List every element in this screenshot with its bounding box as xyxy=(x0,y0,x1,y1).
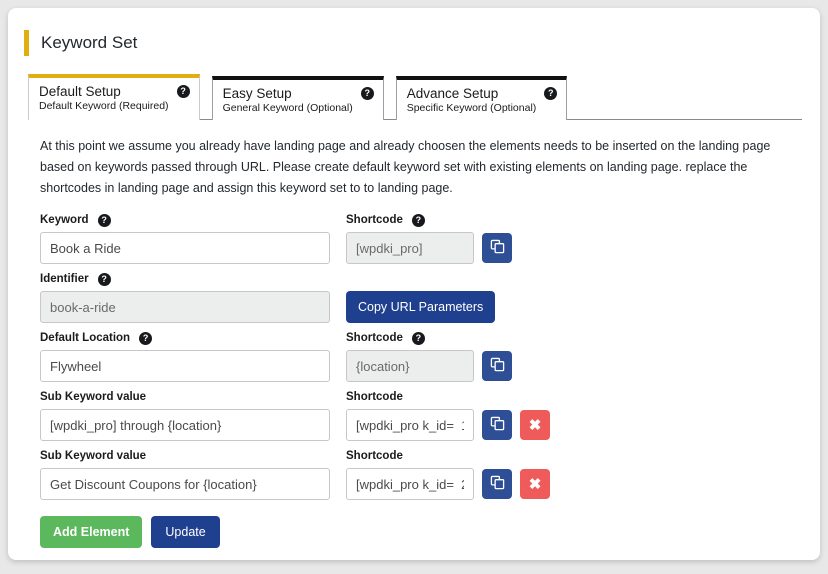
row-default-location: Default Location ? Shortcode ? xyxy=(40,331,820,382)
identifier-label: Identifier xyxy=(40,273,89,285)
close-icon: ✖ xyxy=(528,475,542,493)
copy-sub-keyword-shortcode-button[interactable] xyxy=(482,469,512,499)
tab-advance-setup-title: Advance Setup xyxy=(406,86,499,101)
location-shortcode-label: Shortcode xyxy=(346,332,403,344)
keyword-set-panel: Keyword Set Default Setup Default Keywor… xyxy=(8,8,820,560)
sub-keyword-shortcode-group: Shortcode ✖ xyxy=(346,390,550,441)
tab-advance-setup[interactable]: Advance Setup Specific Keyword (Optional… xyxy=(395,76,568,120)
update-button[interactable]: Update xyxy=(151,516,220,548)
copy-icon xyxy=(490,475,505,493)
keyword-field-group: Keyword ? xyxy=(40,213,330,264)
sub-keyword-shortcode-group: Shortcode ✖ xyxy=(346,449,550,500)
sub-keyword-label: Sub Keyword value xyxy=(40,391,147,403)
sub-keyword-label: Sub Keyword value xyxy=(40,450,147,462)
copy-location-shortcode-button[interactable] xyxy=(482,351,512,381)
help-icon[interactable]: ? xyxy=(411,213,425,227)
keyword-label: Keyword xyxy=(40,214,89,226)
tab-default-setup-subtitle: Default Keyword (Required) xyxy=(39,100,169,112)
delete-sub-keyword-button[interactable]: ✖ xyxy=(520,410,550,440)
sub-keyword-field-group: Sub Keyword value xyxy=(40,390,330,441)
identifier-input[interactable] xyxy=(40,291,330,323)
keyword-shortcode-controls xyxy=(346,232,512,264)
sub-keyword-label-row: Sub Keyword value xyxy=(40,390,330,404)
default-location-input[interactable] xyxy=(40,350,330,382)
keyword-shortcode-label: Shortcode xyxy=(346,214,403,226)
copy-icon xyxy=(490,416,505,434)
label-spacer xyxy=(346,272,495,291)
tab-easy-setup-title: Easy Setup xyxy=(222,86,292,101)
sub-keyword-input[interactable] xyxy=(40,409,330,441)
keyword-label-row: Keyword ? xyxy=(40,213,330,227)
copy-icon xyxy=(490,357,505,375)
copy-url-parameters-button[interactable]: Copy URL Parameters xyxy=(346,291,496,323)
help-icon[interactable]: ? xyxy=(544,87,558,100)
keyword-form: Keyword ? Shortcode ? xyxy=(40,213,820,548)
form-actions: Add Element Update xyxy=(40,516,820,548)
keyword-input[interactable] xyxy=(40,232,330,264)
sub-keyword-shortcode-controls: ✖ xyxy=(346,409,550,441)
location-shortcode-input[interactable] xyxy=(346,350,474,382)
sub-keyword-shortcode-input[interactable] xyxy=(346,468,474,500)
page-title: Keyword Set xyxy=(41,33,138,52)
tab-default-setup[interactable]: Default Setup Default Keyword (Required)… xyxy=(28,74,200,120)
sub-keyword-shortcode-label: Shortcode xyxy=(346,391,403,403)
default-location-label-row: Default Location ? xyxy=(40,331,330,345)
identifier-field-group: Identifier ? xyxy=(40,272,330,323)
row-sub-keyword: Sub Keyword value Shortcode xyxy=(40,390,820,441)
sub-keyword-shortcode-input[interactable] xyxy=(346,409,474,441)
row-keyword: Keyword ? Shortcode ? xyxy=(40,213,820,264)
tab-default-setup-title: Default Setup xyxy=(39,84,121,99)
copy-icon xyxy=(490,239,505,257)
sub-keyword-shortcode-controls: ✖ xyxy=(346,468,550,500)
help-icon[interactable]: ? xyxy=(97,272,111,286)
sub-keyword-shortcode-label-row: Shortcode xyxy=(346,390,550,404)
title-accent-bar xyxy=(24,30,29,56)
help-icon[interactable]: ? xyxy=(139,331,153,345)
row-sub-keyword: Sub Keyword value Shortcode xyxy=(40,449,820,500)
keyword-shortcode-input[interactable] xyxy=(346,232,474,264)
tab-advance-setup-subtitle: Specific Keyword (Optional) xyxy=(406,102,537,114)
delete-sub-keyword-button[interactable]: ✖ xyxy=(520,469,550,499)
add-element-button[interactable]: Add Element xyxy=(40,516,143,548)
tab-easy-setup[interactable]: Easy Setup General Keyword (Optional) ? xyxy=(211,76,384,120)
tabs-container: Default Setup Default Keyword (Required)… xyxy=(28,74,820,120)
location-shortcode-label-row: Shortcode ? xyxy=(346,331,512,345)
identifier-label-row: Identifier ? xyxy=(40,272,330,286)
location-shortcode-group: Shortcode ? xyxy=(346,331,512,382)
sub-keyword-input[interactable] xyxy=(40,468,330,500)
page-header: Keyword Set xyxy=(24,30,820,56)
keyword-shortcode-label-row: Shortcode ? xyxy=(346,213,512,227)
sub-keyword-field-group: Sub Keyword value xyxy=(40,449,330,500)
sub-keyword-shortcode-label-row: Shortcode xyxy=(346,449,550,463)
sub-keyword-label-row: Sub Keyword value xyxy=(40,449,330,463)
help-icon[interactable]: ? xyxy=(176,85,190,98)
tab-easy-setup-subtitle: General Keyword (Optional) xyxy=(222,102,353,114)
copy-url-parameters-group: Copy URL Parameters xyxy=(346,272,496,323)
copy-sub-keyword-shortcode-button[interactable] xyxy=(482,410,512,440)
sub-keyword-shortcode-label: Shortcode xyxy=(346,450,403,462)
tab-list: Default Setup Default Keyword (Required)… xyxy=(28,74,800,120)
close-icon: ✖ xyxy=(528,416,542,434)
help-icon[interactable]: ? xyxy=(97,213,111,227)
default-location-field-group: Default Location ? xyxy=(40,331,330,382)
copy-keyword-shortcode-button[interactable] xyxy=(482,233,512,263)
location-shortcode-controls xyxy=(346,350,512,382)
intro-text: At this point we assume you already have… xyxy=(40,139,771,195)
keyword-shortcode-group: Shortcode ? xyxy=(346,213,512,264)
default-location-label: Default Location xyxy=(40,332,131,344)
help-icon[interactable]: ? xyxy=(411,331,425,345)
row-identifier: Identifier ? Copy URL Parameters xyxy=(40,272,820,323)
help-icon[interactable]: ? xyxy=(360,87,374,100)
